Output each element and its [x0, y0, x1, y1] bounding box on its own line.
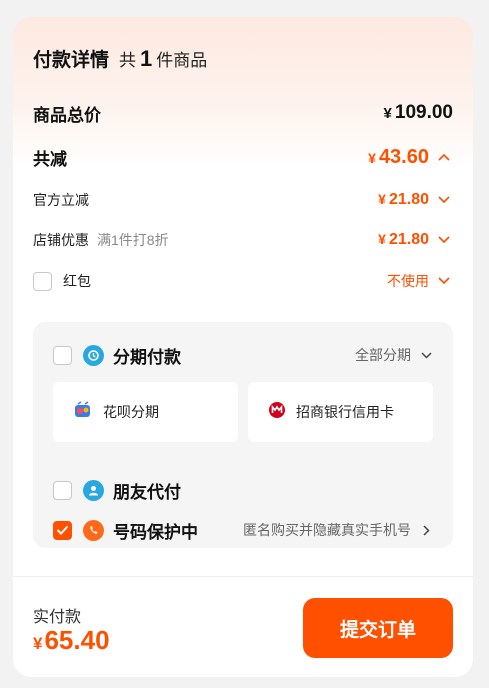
item-count-prefix: 共: [119, 51, 137, 70]
total-price-value: ¥109.00: [383, 102, 453, 123]
page-title: 付款详情: [33, 50, 110, 71]
number-protect-label: 号码保护中: [113, 522, 198, 542]
chevron-down-icon[interactable]: [435, 231, 453, 249]
chevron-down-icon: [417, 346, 435, 364]
total-price-label: 商品总价: [33, 105, 101, 125]
phone-shield-icon: [83, 519, 104, 541]
store-discount-label: 店铺优惠: [33, 232, 89, 248]
huabei-label: 花呗分期: [103, 404, 159, 420]
item-count-suffix: 件商品: [156, 51, 208, 70]
store-discount-row[interactable]: 店铺优惠 满1件打8折 ¥21.80: [33, 229, 453, 251]
red-packet-checkbox[interactable]: [33, 271, 52, 291]
official-discount-label: 官方立减: [33, 192, 89, 208]
red-packet-value[interactable]: 不使用: [387, 271, 429, 291]
cmb-bank-icon: [268, 401, 286, 424]
store-discount-value: ¥21.80: [378, 231, 429, 248]
option-cmb-credit-card[interactable]: 招商银行信用卡: [248, 382, 433, 442]
official-discount-value: ¥21.80: [378, 191, 429, 208]
option-huabei[interactable]: 花呗分期: [53, 382, 238, 442]
chevron-down-icon[interactable]: [435, 191, 453, 209]
installment-label: 分期付款: [113, 347, 181, 367]
footer-divider: [13, 576, 473, 577]
cmb-credit-card-label: 招商银行信用卡: [296, 404, 394, 420]
number-protect-checkbox[interactable]: [53, 520, 72, 540]
paid-label: 实付款: [33, 609, 82, 626]
total-price-row: 商品总价 ¥109.00: [33, 100, 453, 126]
friend-pay-row[interactable]: 朋友代付: [53, 477, 435, 503]
header: 付款详情 共 1 件商品: [33, 45, 207, 72]
item-count: 1: [140, 46, 153, 71]
chevron-up-icon[interactable]: [435, 148, 453, 166]
installment-row[interactable]: 分期付款 全部分期: [53, 342, 435, 368]
friend-pay-label: 朋友代付: [113, 482, 181, 502]
red-packet-label: 红包: [63, 273, 91, 289]
discount-total-value: ¥43.60: [368, 145, 429, 168]
installment-checkbox[interactable]: [53, 345, 72, 365]
payment-options-panel: 分期付款 全部分期 花呗分期 招商银行信用卡 朋友代付 号码保护中 匿名购买并隐…: [33, 322, 453, 548]
huabei-icon: [73, 400, 93, 424]
installment-icon: [83, 344, 104, 366]
friend-pay-checkbox[interactable]: [53, 480, 72, 500]
official-discount-row[interactable]: 官方立减 ¥21.80: [33, 189, 453, 211]
checkmark-icon: [56, 525, 69, 535]
number-protect-row[interactable]: 号码保护中 匿名购买并隐藏真实手机号: [53, 517, 435, 543]
red-packet-row[interactable]: 红包 不使用: [33, 269, 453, 293]
all-installments-link[interactable]: 全部分期: [355, 345, 435, 365]
discount-total-row[interactable]: 共减 ¥43.60: [33, 144, 453, 170]
number-protect-link[interactable]: 匿名购买并隐藏真实手机号: [243, 520, 435, 540]
payment-details-card: 付款详情 共 1 件商品 商品总价 ¥109.00 共减 ¥43.60 官方立减…: [13, 17, 473, 677]
paid-amount: ¥65.40: [33, 625, 110, 655]
friend-pay-icon: [83, 479, 104, 501]
chevron-down-icon[interactable]: [435, 272, 453, 290]
chevron-right-icon: [417, 521, 435, 539]
number-protect-desc: 匿名购买并隐藏真实手机号: [243, 522, 411, 538]
discount-total-label: 共减: [33, 149, 67, 169]
store-discount-desc: 满1件打8折: [97, 232, 169, 248]
submit-order-button[interactable]: 提交订单: [303, 598, 453, 658]
